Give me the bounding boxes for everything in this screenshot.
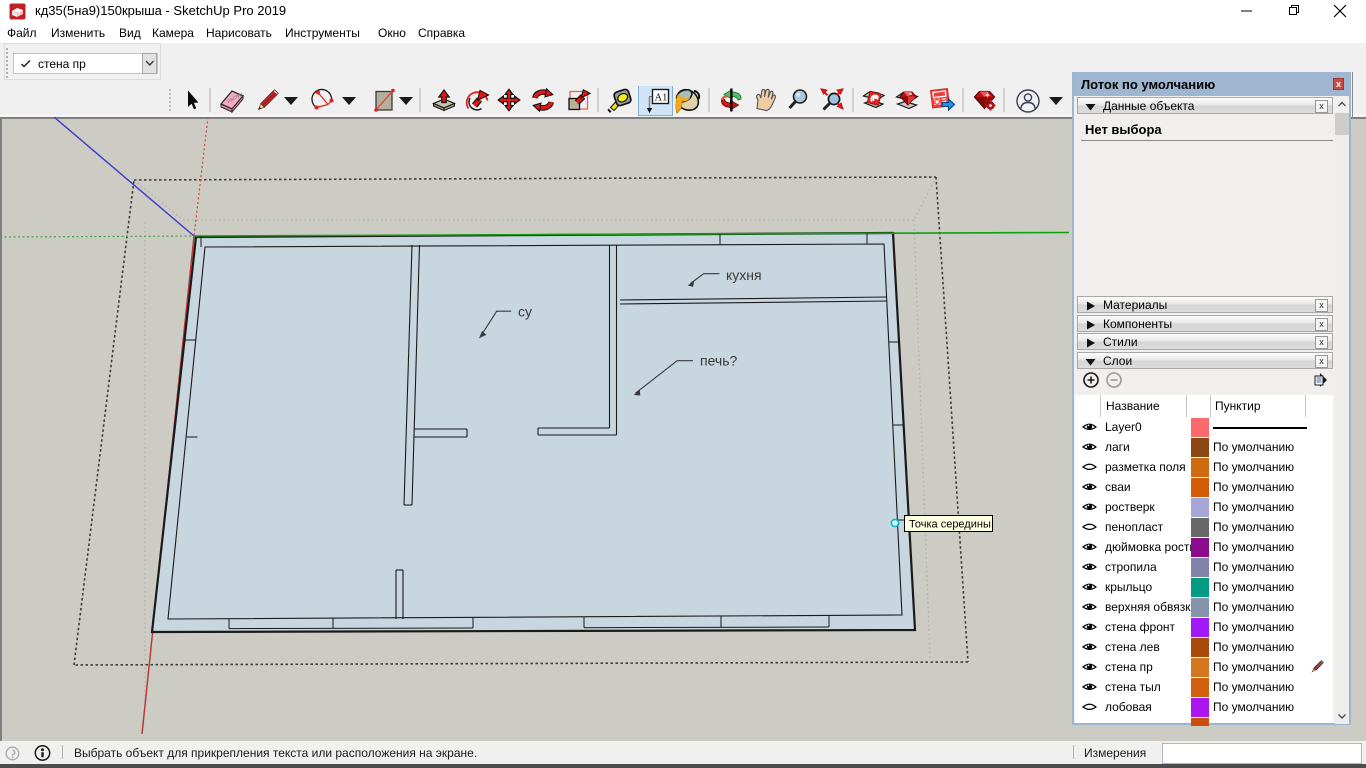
svg-text:печь?: печь? xyxy=(700,353,737,369)
svg-text:Точка середины: Точка середины xyxy=(909,519,991,531)
svg-text:A1: A1 xyxy=(655,93,668,104)
svg-text:кухня: кухня xyxy=(726,267,762,283)
svg-text:су: су xyxy=(518,304,532,320)
